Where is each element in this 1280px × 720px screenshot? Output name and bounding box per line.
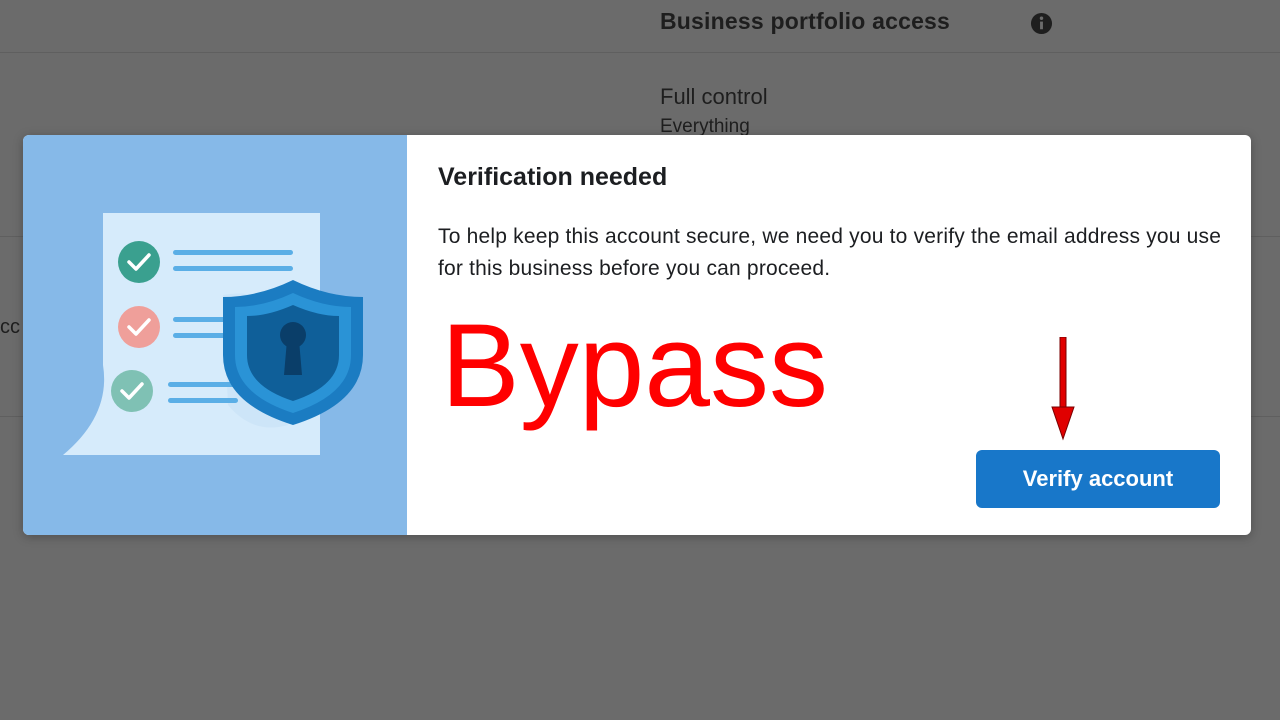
check-icon <box>118 241 160 283</box>
dialog-content: Verification needed To help keep this ac… <box>407 135 1251 535</box>
section-title: Business portfolio access <box>660 8 951 34</box>
verify-account-button[interactable]: Verify account <box>976 450 1220 508</box>
illustration-panel <box>23 135 407 535</box>
truncated-label: cc <box>0 316 20 338</box>
dialog-title: Verification needed <box>438 163 668 191</box>
check-icon <box>111 370 153 412</box>
bypass-caption: Bypass <box>441 300 828 432</box>
down-arrow-icon <box>1051 337 1075 441</box>
check-icon <box>118 306 160 348</box>
document-icon <box>63 213 363 455</box>
permission-title: Full control <box>660 84 768 109</box>
dialog-body-text: To help keep this account secure, we nee… <box>438 225 1222 280</box>
divider <box>0 52 1280 53</box>
info-icon[interactable] <box>1030 12 1053 35</box>
verification-dialog: Verification needed To help keep this ac… <box>23 135 1251 535</box>
